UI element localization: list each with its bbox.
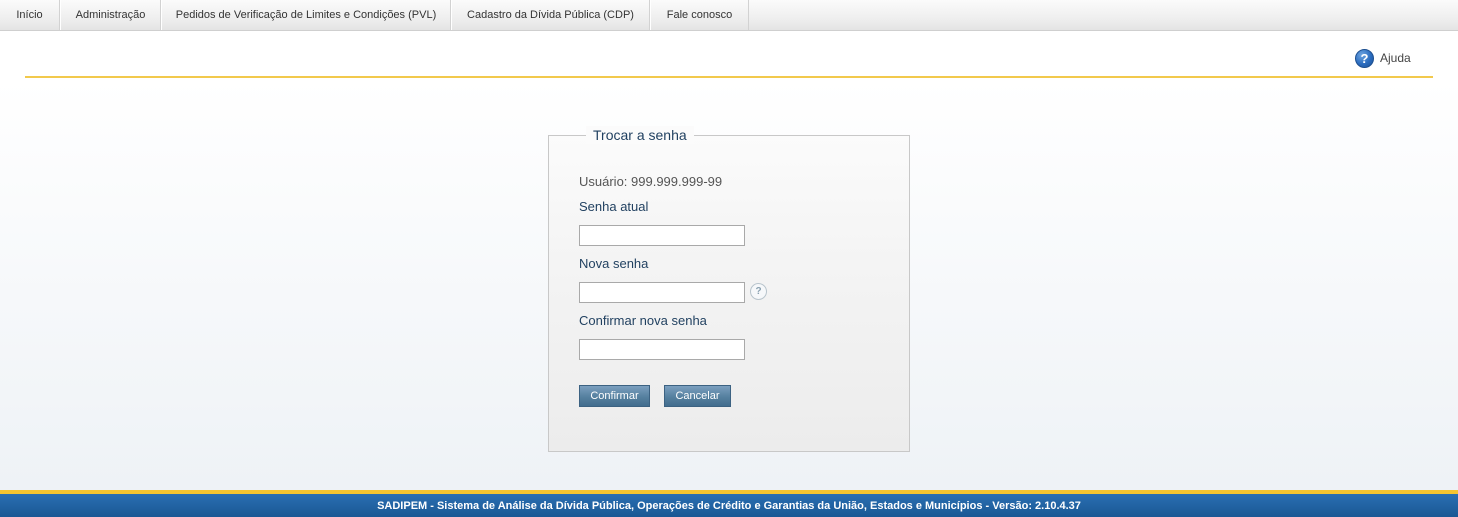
current-password-label: Senha atual bbox=[579, 199, 649, 214]
confirm-password-label: Confirmar nova senha bbox=[579, 313, 707, 328]
user-id-text: Usuário: 999.999.999-99 bbox=[579, 174, 723, 189]
nav-item-inicio[interactable]: Início bbox=[0, 0, 60, 30]
nav-item-fale-conosco[interactable]: Fale conosco bbox=[650, 0, 749, 30]
nav-item-administracao[interactable]: Administração bbox=[60, 0, 161, 30]
top-nav-bar: Início Administração Pedidos de Verifica… bbox=[0, 0, 1458, 31]
help-link[interactable]: ? Ajuda bbox=[1355, 48, 1411, 68]
current-password-input[interactable] bbox=[579, 225, 745, 246]
footer-text: SADIPEM - Sistema de Análise da Dívida P… bbox=[377, 499, 1081, 512]
password-rules-help-icon[interactable]: ? bbox=[750, 283, 767, 300]
help-label: Ajuda bbox=[1380, 51, 1411, 65]
nav-item-cdp[interactable]: Cadastro da Dívida Pública (CDP) bbox=[451, 0, 650, 30]
change-password-fieldset: Trocar a senha Usuário: 999.999.999-99 S… bbox=[548, 126, 910, 452]
form-title: Trocar a senha bbox=[586, 126, 694, 144]
confirm-password-input[interactable] bbox=[579, 339, 745, 360]
question-circle-icon: ? bbox=[1355, 48, 1374, 68]
new-password-label: Nova senha bbox=[579, 256, 649, 271]
new-password-input[interactable] bbox=[579, 282, 745, 303]
header-divider bbox=[25, 76, 1433, 78]
footer-bar: SADIPEM - Sistema de Análise da Dívida P… bbox=[0, 494, 1458, 517]
footer: SADIPEM - Sistema de Análise da Dívida P… bbox=[0, 490, 1458, 517]
confirm-button[interactable]: Confirmar bbox=[579, 385, 650, 407]
cancel-button[interactable]: Cancelar bbox=[664, 385, 731, 407]
nav-item-pvl[interactable]: Pedidos de Verificação de Limites e Cond… bbox=[161, 0, 451, 30]
